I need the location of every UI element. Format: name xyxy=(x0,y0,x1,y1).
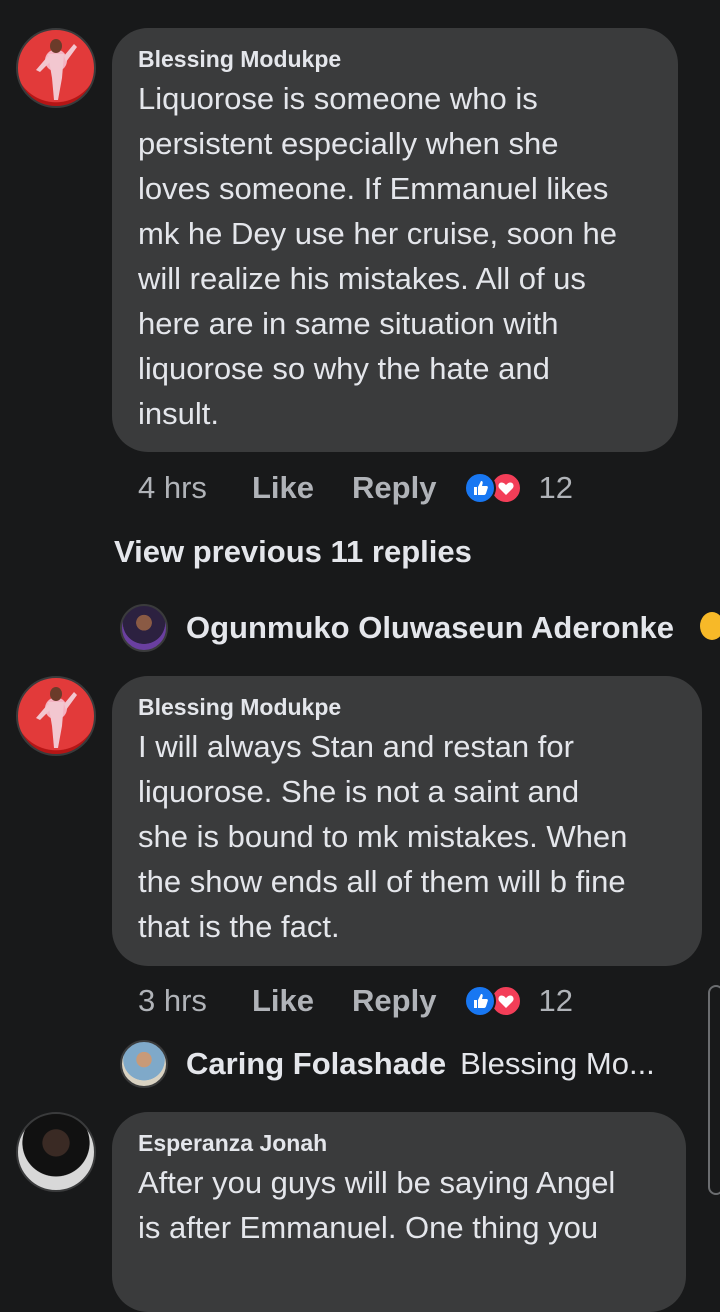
comment-line: that is the fact. xyxy=(138,909,340,944)
like-icon xyxy=(464,472,497,504)
reaction-count[interactable]: 12 xyxy=(538,983,572,1019)
comment-line: is after Emmanuel. One thing you xyxy=(138,1210,599,1245)
comment-line: liquorose so why the hate and xyxy=(138,351,550,386)
view-previous-replies-link[interactable]: View previous 11 replies xyxy=(114,534,472,570)
reply-preview-name[interactable]: Caring Folashade xyxy=(186,1046,446,1082)
comment-bubble: Blessing Modukpe I will always Stan and … xyxy=(112,676,702,966)
comment-meta: 3 hrs Like Reply 12 xyxy=(138,981,573,1021)
comment-author[interactable]: Blessing Modukpe xyxy=(138,690,676,724)
reply-preview-name[interactable]: Ogunmuko Oluwaseun Aderonke xyxy=(186,610,674,646)
reply-button[interactable]: Reply xyxy=(352,983,436,1019)
person-figure-icon xyxy=(36,39,77,100)
comment-author[interactable]: Blessing Modukpe xyxy=(138,42,652,76)
like-button[interactable]: Like xyxy=(252,983,314,1019)
reply-preview-snippet: Blessing Mo... xyxy=(460,1046,655,1081)
avatar-esperanza-jonah[interactable] xyxy=(16,1112,96,1192)
comment-line: loves someone. If Emmanuel likes xyxy=(138,171,609,206)
reply-preview[interactable]: Ogunmuko Oluwaseun Aderonke xyxy=(120,602,688,654)
comment-line: I will always Stan and restan for xyxy=(138,729,574,764)
comment-line: After you guys will be saying Angel xyxy=(138,1165,616,1200)
emoji-icon xyxy=(700,612,720,640)
comment-line: insult. xyxy=(138,396,219,431)
like-button[interactable]: Like xyxy=(252,470,314,506)
comment-text: I will always Stan and restan for liquor… xyxy=(138,724,676,949)
comment-line: Liquorose is someone who is xyxy=(138,81,538,116)
timestamp[interactable]: 3 hrs xyxy=(138,983,252,1019)
timestamp[interactable]: 4 hrs xyxy=(138,470,252,506)
reaction-count[interactable]: 12 xyxy=(538,470,572,506)
comment-bubble: Esperanza Jonah After you guys will be s… xyxy=(112,1112,686,1312)
comment-line: she is bound to mk mistakes. When xyxy=(138,819,628,854)
avatar-blessing-modukpe[interactable] xyxy=(16,676,96,756)
comment-author[interactable]: Esperanza Jonah xyxy=(138,1126,660,1160)
comment-line: persistent especially when she xyxy=(138,126,559,161)
reply-button[interactable]: Reply xyxy=(352,470,436,506)
reactions-summary[interactable] xyxy=(464,470,526,506)
comment-text: Liquorose is someone who is persistent e… xyxy=(138,76,652,436)
comment-bubble: Blessing Modukpe Liquorose is someone wh… xyxy=(112,28,678,452)
reply-preview[interactable]: Caring Folashade Blessing Mo... xyxy=(120,1038,655,1090)
comment-line: will realize his mistakes. All of us xyxy=(138,261,586,296)
comment-line: liquorose. She is not a saint and xyxy=(138,774,580,809)
comment-line: mk he Dey use her cruise, soon he xyxy=(138,216,618,251)
comment-line: here are in same situation with xyxy=(138,306,559,341)
comment-meta: 4 hrs Like Reply 12 xyxy=(138,468,573,508)
reactions-summary[interactable] xyxy=(464,983,526,1019)
comment-line: the show ends all of them will b fine xyxy=(138,864,626,899)
like-icon xyxy=(464,985,497,1017)
avatar-blessing-modukpe[interactable] xyxy=(16,28,96,108)
comment-text: After you guys will be saying Angel is a… xyxy=(138,1160,660,1250)
person-figure-icon xyxy=(36,687,77,748)
scrollbar[interactable] xyxy=(708,985,720,1195)
